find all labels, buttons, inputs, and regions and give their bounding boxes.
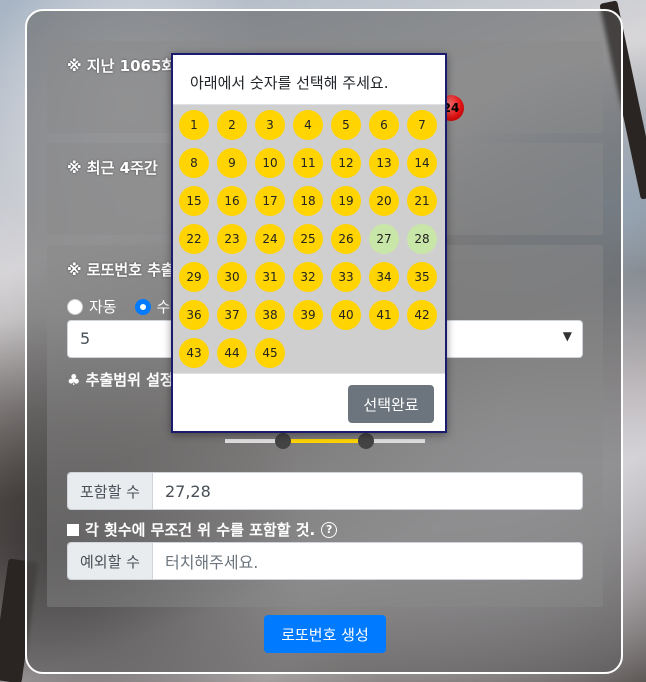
number-ball-1[interactable]: 1 [179, 110, 209, 140]
extract-title: ※ 로또번호 추출 [67, 261, 175, 279]
include-input-group: 포함할 수 27,28 [67, 472, 583, 510]
number-ball-39[interactable]: 39 [293, 300, 323, 330]
always-include-label: 각 횟수에 무조건 위 수를 포함할 것. [85, 521, 316, 539]
number-ball-22[interactable]: 22 [179, 224, 209, 254]
number-ball-23[interactable]: 23 [217, 224, 247, 254]
number-ball-21[interactable]: 21 [407, 186, 437, 216]
modal-title: 아래에서 숫자를 선택해 주세요. [190, 74, 389, 92]
last-draw-title: ※ 지난 1065회 [67, 57, 176, 75]
number-ball-33[interactable]: 33 [331, 262, 361, 292]
number-ball-43[interactable]: 43 [179, 338, 209, 368]
always-include-row[interactable]: 각 횟수에 무조건 위 수를 포함할 것. ? [67, 519, 338, 540]
include-field[interactable]: 27,28 [152, 473, 582, 509]
number-ball-13[interactable]: 13 [369, 148, 399, 178]
number-ball-41[interactable]: 41 [369, 300, 399, 330]
number-ball-19[interactable]: 19 [331, 186, 361, 216]
number-ball-25[interactable]: 25 [293, 224, 323, 254]
number-ball-6[interactable]: 6 [369, 110, 399, 140]
number-ball-35[interactable]: 35 [407, 262, 437, 292]
number-ball-14[interactable]: 14 [407, 148, 437, 178]
exclude-field[interactable]: 터치해주세요. [152, 543, 582, 579]
number-ball-15[interactable]: 15 [179, 186, 209, 216]
number-ball-4[interactable]: 4 [293, 110, 323, 140]
number-ball-40[interactable]: 40 [331, 300, 361, 330]
modal-footer: 선택완료 [173, 373, 445, 431]
number-ball-29[interactable]: 29 [179, 262, 209, 292]
number-ball-8[interactable]: 8 [179, 148, 209, 178]
number-ball-34[interactable]: 34 [369, 262, 399, 292]
range-label: ♣ 추출범위 설정 [67, 371, 174, 389]
number-ball-7[interactable]: 7 [407, 110, 437, 140]
number-ball-28[interactable]: 28 [407, 224, 437, 254]
number-ball-2[interactable]: 2 [217, 110, 247, 140]
generate-button[interactable]: 로또번호 생성 [264, 615, 386, 653]
number-ball-24[interactable]: 24 [255, 224, 285, 254]
auto-radio[interactable] [67, 298, 83, 315]
number-ball-42[interactable]: 42 [407, 300, 437, 330]
number-ball-26[interactable]: 26 [331, 224, 361, 254]
number-ball-17[interactable]: 17 [255, 186, 285, 216]
number-ball-44[interactable]: 44 [217, 338, 247, 368]
number-ball-45[interactable]: 45 [255, 338, 285, 368]
count-select-value: 5 [80, 329, 91, 348]
number-ball-5[interactable]: 5 [331, 110, 361, 140]
modal-header: 아래에서 숫자를 선택해 주세요. [173, 55, 445, 105]
range-slider-min-handle[interactable] [275, 433, 291, 449]
number-ball-3[interactable]: 3 [255, 110, 285, 140]
range-slider-max-handle[interactable] [358, 433, 374, 449]
number-ball-18[interactable]: 18 [293, 186, 323, 216]
number-ball-38[interactable]: 38 [255, 300, 285, 330]
number-ball-10[interactable]: 10 [255, 148, 285, 178]
recent-weeks-title: ※ 최근 4주간 [67, 159, 158, 177]
number-ball-20[interactable]: 20 [369, 186, 399, 216]
number-ball-37[interactable]: 37 [217, 300, 247, 330]
done-button[interactable]: 선택완료 [348, 385, 434, 423]
semi-label: 수 [156, 298, 171, 316]
always-include-checkbox[interactable] [67, 523, 79, 536]
exclude-addon: 예외할 수 [68, 543, 153, 579]
number-ball-11[interactable]: 11 [293, 148, 323, 178]
number-grid: 1 2 3 4 5 6 7 8 9 10 11 12 13 14 15 16 17 18 19 20 21 22 23 24 2… [173, 105, 445, 373]
number-ball-32[interactable]: 32 [293, 262, 323, 292]
chevron-down-icon: ▼ [562, 329, 572, 343]
help-icon[interactable]: ? [321, 521, 338, 538]
number-ball-36[interactable]: 36 [179, 300, 209, 330]
auto-label: 자동 [89, 298, 117, 316]
exclude-input-group: 예외할 수 터치해주세요. [67, 542, 583, 580]
number-ball-9[interactable]: 9 [217, 148, 247, 178]
mode-radio-group: 자동 수 [67, 296, 170, 317]
number-ball-12[interactable]: 12 [331, 148, 361, 178]
number-ball-27[interactable]: 27 [369, 224, 399, 254]
semi-radio[interactable] [134, 298, 151, 315]
range-slider-fill [282, 439, 367, 443]
number-picker-modal: 아래에서 숫자를 선택해 주세요. 1 2 3 4 5 6 7 8 9 10 11 12 13 14 15 1… [171, 53, 447, 433]
number-ball-31[interactable]: 31 [255, 262, 285, 292]
number-ball-16[interactable]: 16 [217, 186, 247, 216]
include-addon: 포함할 수 [68, 473, 153, 509]
number-ball-30[interactable]: 30 [217, 262, 247, 292]
